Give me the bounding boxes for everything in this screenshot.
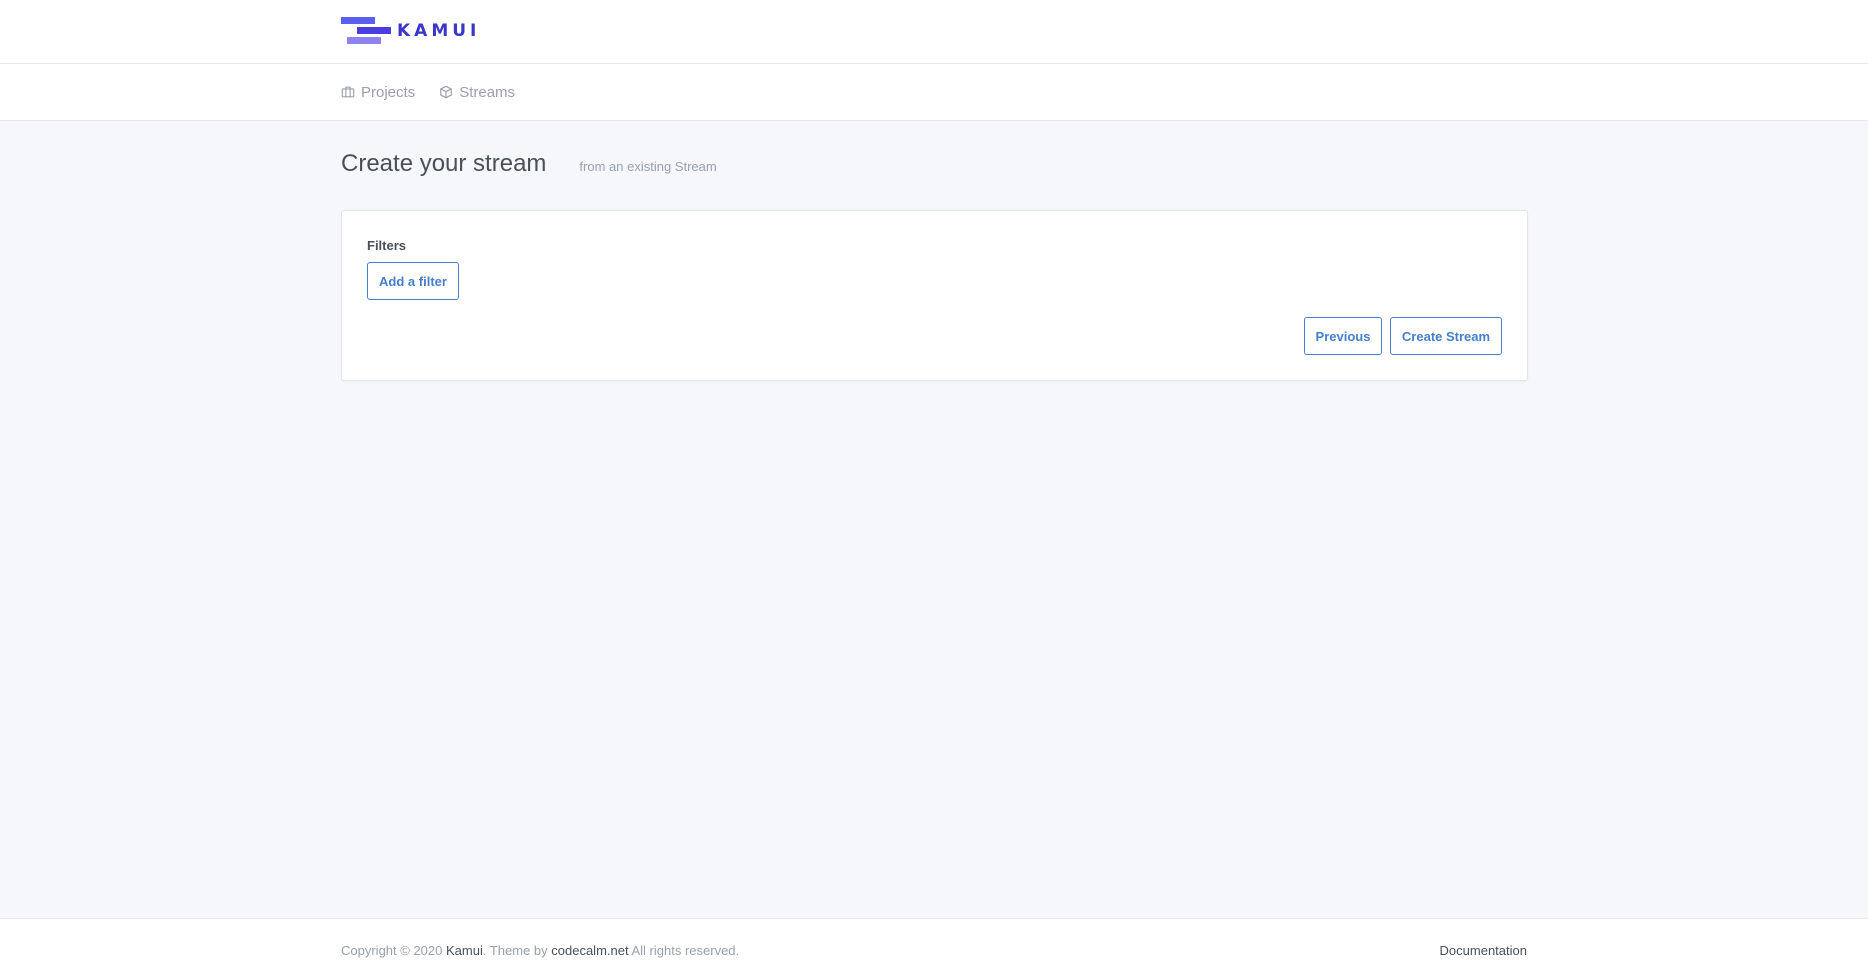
nav-item-streams[interactable]: Streams	[439, 84, 515, 101]
page-subtitle: from an existing Stream	[579, 159, 717, 174]
footer-copyright: Copyright © 2020 Kamui. Theme by codecal…	[341, 943, 739, 958]
briefcase-icon	[341, 86, 355, 98]
documentation-link[interactable]: Documentation	[1440, 943, 1527, 958]
page-footer: Copyright © 2020 Kamui. Theme by codecal…	[0, 918, 1868, 973]
rights-text: All rights reserved.	[631, 943, 740, 958]
top-header: KAMUI	[0, 0, 1868, 64]
theme-by-text: . Theme by	[482, 943, 548, 958]
page-header: Create your stream from an existing Stre…	[341, 150, 717, 178]
kamui-logo[interactable]: KAMUI	[341, 17, 480, 45]
kamui-link[interactable]: Kamui	[446, 943, 483, 958]
nav-item-label: Streams	[459, 83, 516, 101]
logo-mark-icon	[341, 17, 391, 44]
codecalm-link[interactable]: codecalm.net	[551, 943, 628, 958]
copyright-text: Copyright © 2020	[341, 943, 443, 958]
add-filter-button[interactable]: Add a filter	[367, 262, 459, 300]
stream-form-card: Filters Add a filter Previous Create Str…	[341, 210, 1528, 381]
previous-button[interactable]: Previous	[1304, 317, 1382, 355]
page-title: Create your stream	[341, 150, 547, 177]
filters-label: Filters	[367, 238, 407, 253]
nav-item-projects[interactable]: Projects	[341, 84, 415, 101]
box-icon	[440, 85, 453, 99]
main-nav: Projects Streams	[0, 64, 1868, 121]
create-stream-button[interactable]: Create Stream	[1390, 317, 1502, 355]
logo-text: KAMUI	[397, 21, 481, 41]
nav-item-label: Projects	[361, 83, 416, 101]
